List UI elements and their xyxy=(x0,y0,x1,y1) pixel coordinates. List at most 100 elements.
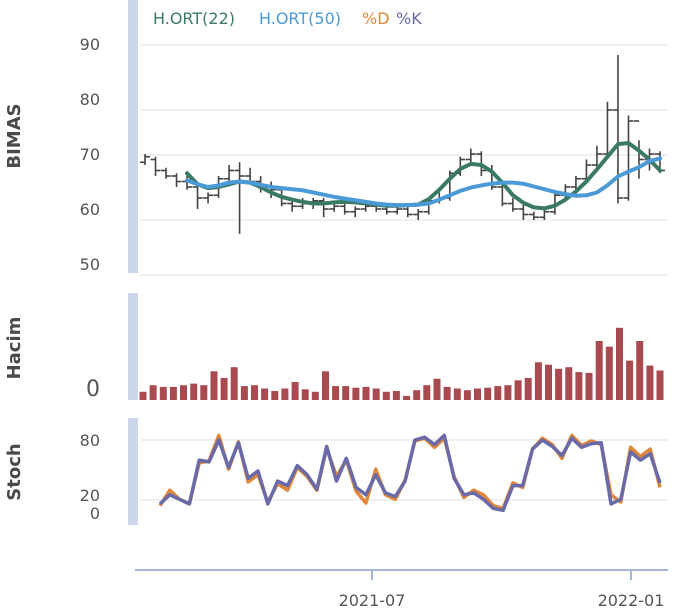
volume-bar xyxy=(585,372,593,400)
ohlc-bar xyxy=(413,209,424,220)
volume-bar xyxy=(322,371,329,400)
price-panel-grid xyxy=(140,44,668,276)
volume-bar xyxy=(169,386,177,400)
volume-bar xyxy=(342,386,350,400)
price-panel-scrollbar[interactable] xyxy=(128,0,138,273)
volume-bar xyxy=(281,388,289,400)
ohlc-bar xyxy=(402,206,413,218)
stoch-panel-scrollbar[interactable] xyxy=(128,418,138,525)
price-y-tick-label: 50 xyxy=(80,255,100,274)
volume-bar xyxy=(149,385,157,400)
x-tick-label: 2022-01 xyxy=(598,591,665,610)
ohlc-bar xyxy=(339,203,350,215)
volume-bar xyxy=(139,391,147,400)
volume-bar xyxy=(453,388,461,400)
volume-bar xyxy=(605,346,613,400)
legend-item[interactable]: H.ORT(22) xyxy=(153,9,235,28)
volume-bar xyxy=(200,385,208,400)
volume-bar xyxy=(433,378,441,400)
price-y-tick-label: 90 xyxy=(80,35,100,54)
volume-panel-scrollbar[interactable] xyxy=(128,293,138,400)
volume-bar xyxy=(423,385,431,400)
stoch-y-tick-label: 20 xyxy=(80,486,100,505)
price-y-tick-label: 80 xyxy=(80,90,100,109)
volume-bar xyxy=(413,390,421,400)
volume-bar xyxy=(403,395,411,400)
volume-bar xyxy=(251,385,258,400)
volume-bar xyxy=(210,371,218,400)
volume-bar xyxy=(332,386,340,400)
volume-bar xyxy=(494,386,502,400)
volume-bar xyxy=(636,341,644,400)
volume-panel-ylabel: Hacim xyxy=(4,317,25,380)
volume-bar xyxy=(524,377,532,400)
ohlc-bar xyxy=(171,173,182,187)
ohlc-bar xyxy=(318,198,329,218)
stock-chart: BIMAS 5060708090 H.ORT(22) H.ORT(50) %D %K … xyxy=(4,0,668,610)
legend-item[interactable]: H.ORT(50) xyxy=(259,9,341,28)
stoch-panel-grid xyxy=(140,439,668,501)
volume-bar xyxy=(382,391,390,400)
stoch-panel-yticks: 80 200 xyxy=(80,431,100,523)
volume-bar xyxy=(646,365,654,400)
price-panel-yticks: 50 60 70 80 90 xyxy=(80,35,100,274)
stoch-y-tick-label: 80 xyxy=(80,431,100,450)
volume-bar xyxy=(392,391,400,400)
volume-bar xyxy=(463,390,471,400)
ma22-line xyxy=(185,141,662,211)
volume-bar xyxy=(271,391,279,400)
legend-item[interactable]: %D xyxy=(362,9,390,28)
x-tick-label: 2021-07 xyxy=(339,591,406,610)
volume-bars xyxy=(139,327,664,400)
ohlc-bar xyxy=(528,211,539,220)
volume-bar xyxy=(261,388,269,400)
volume-bar xyxy=(190,383,198,400)
ohlc-bar xyxy=(140,154,150,165)
price-y-tick-label: 70 xyxy=(80,145,100,164)
volume-bar xyxy=(616,327,623,400)
volume-bar xyxy=(230,367,238,400)
stoch-panel-ylabel: Stoch xyxy=(4,443,25,500)
volume-bar xyxy=(291,382,299,400)
volume-bar xyxy=(504,385,512,400)
chart-legend: H.ORT(22) H.ORT(50) %D %K xyxy=(153,9,422,28)
volume-bar xyxy=(443,386,451,400)
ohlc-bar xyxy=(161,167,172,179)
volume-bar xyxy=(362,386,370,400)
ohlc-bar xyxy=(203,192,214,204)
volume-bar xyxy=(484,387,492,400)
volume-bar xyxy=(626,360,634,400)
volume-bar xyxy=(240,386,248,400)
ohlc-bar xyxy=(234,162,245,234)
volume-bar xyxy=(534,362,542,400)
price-y-tick-label: 60 xyxy=(80,200,100,219)
volume-bar xyxy=(474,388,481,400)
ohlc-bar xyxy=(539,209,550,220)
volume-bar xyxy=(565,367,573,400)
ohlc-bar xyxy=(150,156,161,176)
stoch-y-tick-label: 0 xyxy=(90,504,100,523)
volume-bar xyxy=(545,364,552,400)
volume-bar xyxy=(575,372,583,400)
volume-bar xyxy=(514,380,522,400)
volume-bar xyxy=(220,377,228,400)
stoch-lines xyxy=(158,433,662,513)
volume-bar xyxy=(301,389,309,400)
price-panel-ylabel: BIMAS xyxy=(4,103,25,168)
volume-bar xyxy=(159,386,167,400)
stoch-k-line xyxy=(158,433,662,513)
volume-y-tick-label: 0 xyxy=(86,377,100,402)
ohlc-bar xyxy=(224,165,235,182)
ohlc-bar xyxy=(350,206,361,218)
volume-bar xyxy=(180,385,187,400)
volume-panel-yticks: 0 xyxy=(86,377,100,402)
volume-bar xyxy=(656,370,664,400)
volume-bar xyxy=(311,391,319,400)
volume-bar xyxy=(372,388,380,400)
volume-bar xyxy=(352,387,360,400)
price-moving-averages xyxy=(185,141,662,211)
volume-bar xyxy=(595,341,603,400)
volume-bar xyxy=(555,368,563,400)
ohlc-bar xyxy=(192,184,203,209)
legend-item[interactable]: %K xyxy=(396,9,422,28)
